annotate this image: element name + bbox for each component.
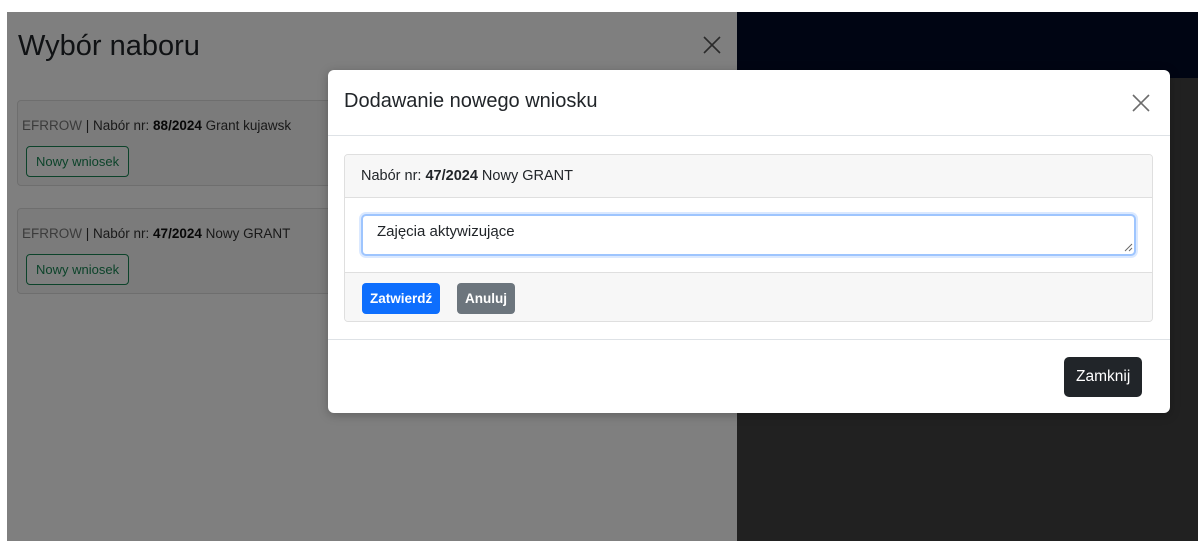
recruitment-label: Nabór nr: 47/2024 Nowy GRANT <box>361 168 573 184</box>
close-button[interactable]: Zamknij <box>1064 357 1143 397</box>
form-card-footer: Zatwierdź Anuluj <box>345 272 1152 321</box>
close-icon[interactable] <box>1128 90 1154 116</box>
cancel-button[interactable]: Anuluj <box>457 283 515 314</box>
modal-header: Dodawanie nowego wniosku <box>328 70 1170 136</box>
form-card-header: Nabór nr: 47/2024 Nowy GRANT <box>345 155 1152 198</box>
new-application-modal: Dodawanie nowego wniosku Nabór nr: 47/20… <box>328 70 1170 413</box>
modal-footer: Zamknij <box>328 339 1170 413</box>
top-edge <box>0 0 1198 12</box>
confirm-button[interactable]: Zatwierdź <box>362 283 441 314</box>
nabor-name: Nowy GRANT <box>477 168 573 184</box>
application-form-card: Nabór nr: 47/2024 Nowy GRANT Zajęcia akt… <box>344 154 1153 322</box>
nabor-number: 47/2024 <box>425 168 478 184</box>
resize-grip-icon[interactable] <box>1123 242 1133 252</box>
left-edge <box>0 0 7 541</box>
form-card-body: Zajęcia aktywizujące <box>345 198 1152 272</box>
nabor-prefix: Nabór nr: <box>361 168 426 184</box>
modal-title: Dodawanie nowego wniosku <box>344 90 598 112</box>
application-name-input[interactable]: Zajęcia aktywizujące <box>361 214 1136 256</box>
